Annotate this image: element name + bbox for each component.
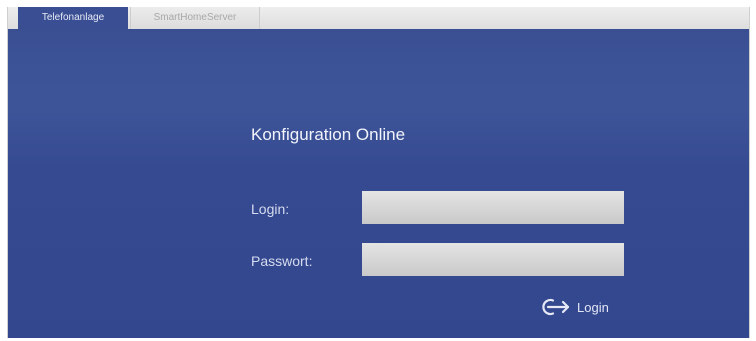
login-button-label: Login [577,299,609,315]
login-label: Login: [251,201,290,217]
tab-bar: Telefonanlage SmartHomeServer [8,7,749,30]
password-input[interactable] [362,243,624,276]
login-panel: Konfiguration Online Login: Passwort: Lo… [8,29,749,338]
login-button[interactable]: Login [539,295,609,319]
tab-smarthomeserver[interactable]: SmartHomeServer [130,7,260,29]
page-title: Konfiguration Online [251,125,406,144]
login-arrow-icon [542,298,570,316]
password-label: Passwort: [251,253,313,269]
tab-telefonanlage[interactable]: Telefonanlage [18,7,128,30]
app-window: Telefonanlage SmartHomeServer Konfigurat… [7,7,750,338]
login-input[interactable] [362,191,624,224]
